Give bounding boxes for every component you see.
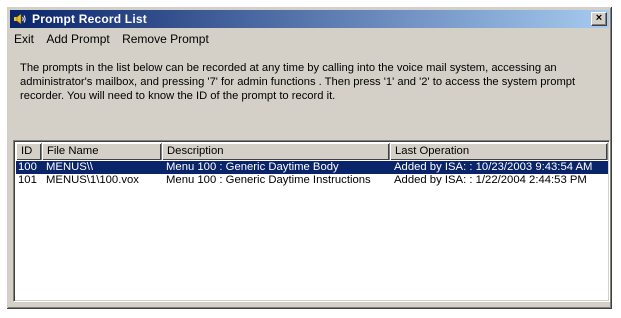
cell-last-operation: Added by ISA: : 10/23/2003 9:43:54 AM	[390, 161, 608, 174]
cell-file-name: MENUS\1\100.vox	[46, 174, 139, 186]
close-icon: ×	[595, 12, 603, 24]
list-header: ID File Name Description Last Operation	[16, 143, 608, 160]
table-row[interactable]: 100 MENUS\\ Menu 100 : Generic Daytime B…	[16, 161, 608, 174]
column-header-file-name[interactable]: File Name	[42, 143, 162, 160]
instructions-text: The prompts in the list below can be rec…	[20, 62, 576, 102]
menu-add-prompt[interactable]: Add Prompt	[43, 30, 112, 48]
speaker-icon	[13, 12, 27, 26]
title-bar[interactable]: Prompt Record List ×	[10, 10, 609, 28]
cell-description: Menu 100 : Generic Daytime Instructions	[166, 174, 371, 186]
table-row[interactable]: 101 MENUS\1\100.vox Menu 100 : Generic D…	[16, 174, 608, 187]
close-button[interactable]: ×	[591, 12, 607, 26]
cell-file-name: MENUS\\	[42, 161, 162, 174]
cell-id: 100	[16, 161, 42, 174]
column-header-last-operation[interactable]: Last Operation	[390, 143, 608, 160]
column-header-id[interactable]: ID	[16, 143, 42, 160]
menu-remove-prompt[interactable]: Remove Prompt	[119, 30, 212, 48]
cell-last-operation: Added by ISA: : 1/22/2004 2:44:53 PM	[394, 174, 587, 186]
column-header-description[interactable]: Description	[162, 143, 390, 160]
menu-exit[interactable]: Exit	[11, 30, 37, 48]
window-title: Prompt Record List	[32, 12, 147, 26]
cell-description: Menu 100 : Generic Daytime Body	[162, 161, 390, 174]
prompt-list[interactable]: ID File Name Description Last Operation …	[13, 140, 610, 302]
menu-bar: Exit Add Prompt Remove Prompt	[11, 30, 608, 48]
cell-id: 101	[18, 174, 37, 186]
